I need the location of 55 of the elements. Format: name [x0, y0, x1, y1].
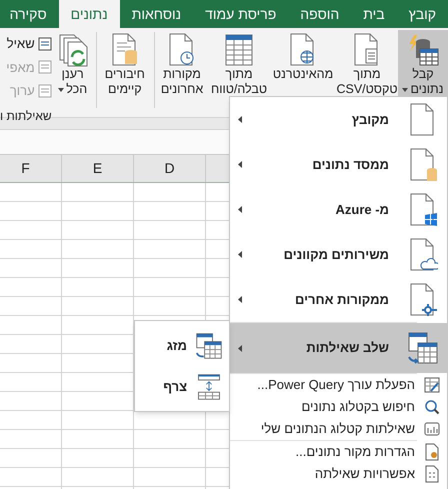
submenu-item[interactable]: צרף	[135, 368, 229, 404]
ribbon-tab[interactable]: הוספה	[288, 0, 352, 28]
ribbon-small-button[interactable]: שאיל	[0, 34, 52, 54]
list-icon	[38, 84, 52, 98]
append-tables-icon	[195, 372, 223, 400]
list-icon	[38, 60, 52, 74]
submenu-arrow-icon	[238, 116, 242, 123]
menu-item[interactable]: אפשרויות שאילתה	[230, 463, 447, 485]
ribbon-button[interactable]: מקורות אחרונים	[156, 30, 208, 97]
menu-item[interactable]: מ- Azure	[230, 187, 447, 232]
submenu-arrow-icon	[238, 251, 242, 258]
group-label: שאילתות ו	[0, 108, 52, 124]
ribbon-tab[interactable]: בית	[351, 0, 397, 28]
menu-item[interactable]: שלב שאילתות	[230, 323, 447, 373]
options-document-icon	[425, 465, 439, 483]
bar-chart-icon	[424, 422, 440, 436]
merge-tables-icon	[195, 332, 223, 360]
submenu-item[interactable]: מזג	[135, 328, 229, 364]
ribbon-tab[interactable]: פריסת עמוד	[193, 0, 288, 28]
database-document-icon	[110, 33, 140, 67]
edit-table-icon	[424, 377, 440, 393]
menu-item[interactable]: מקובץ	[230, 97, 447, 142]
column-header[interactable]: D	[133, 155, 205, 182]
ribbon-tab[interactable]: סקירה	[0, 0, 59, 28]
menu-item[interactable]: ממסד נתונים	[230, 142, 447, 187]
ribbon-tab[interactable]: קובץ	[396, 0, 448, 28]
connector-document-icon	[408, 282, 438, 316]
menu-item[interactable]: חיפוש בקטלוג נתונים	[230, 396, 447, 418]
list-icon	[38, 36, 52, 51]
submenu-arrow-icon	[238, 206, 242, 213]
database-table-icon	[406, 33, 440, 67]
menu-item[interactable]: הפעלת עורך Power Query...	[230, 374, 447, 396]
ribbon-tab[interactable]: נוסחאות	[120, 0, 194, 28]
ribbon-button[interactable]: מתוך טקסט/CSV	[336, 30, 398, 97]
ribbon-button[interactable]: קבל נתונים	[398, 30, 448, 97]
cloud-document-icon	[408, 238, 438, 272]
ribbon-tab[interactable]: נתונים	[58, 0, 120, 28]
search-icon	[424, 399, 440, 415]
windows-document-icon	[408, 192, 438, 226]
menu-item[interactable]: משירותים מקוונים	[230, 232, 447, 277]
submenu-arrow-icon	[238, 344, 242, 352]
column-header[interactable]: F	[0, 155, 61, 182]
ribbon-button[interactable]: מהאינטרנט	[270, 30, 336, 97]
ribbon-button[interactable]: מתוך טבלה/טווח	[208, 30, 270, 97]
menu-item[interactable]: ממקורות אחרים	[230, 277, 447, 322]
ribbon-button[interactable]: רענן הכל	[52, 30, 94, 97]
menu-item[interactable]: הגדרות מקור נתונים...	[230, 441, 447, 463]
merge-tables-icon	[407, 331, 439, 365]
menu-item[interactable]: שאילתות קטלוג הנתונים שלי	[230, 418, 447, 440]
database-icon	[408, 148, 438, 182]
table-icon	[224, 33, 254, 67]
submenu-arrow-icon	[238, 296, 242, 303]
column-header[interactable]: E	[61, 155, 133, 182]
ribbon-button[interactable]: חיבורים קיימים	[98, 30, 152, 97]
submenu-arrow-icon	[238, 161, 242, 168]
